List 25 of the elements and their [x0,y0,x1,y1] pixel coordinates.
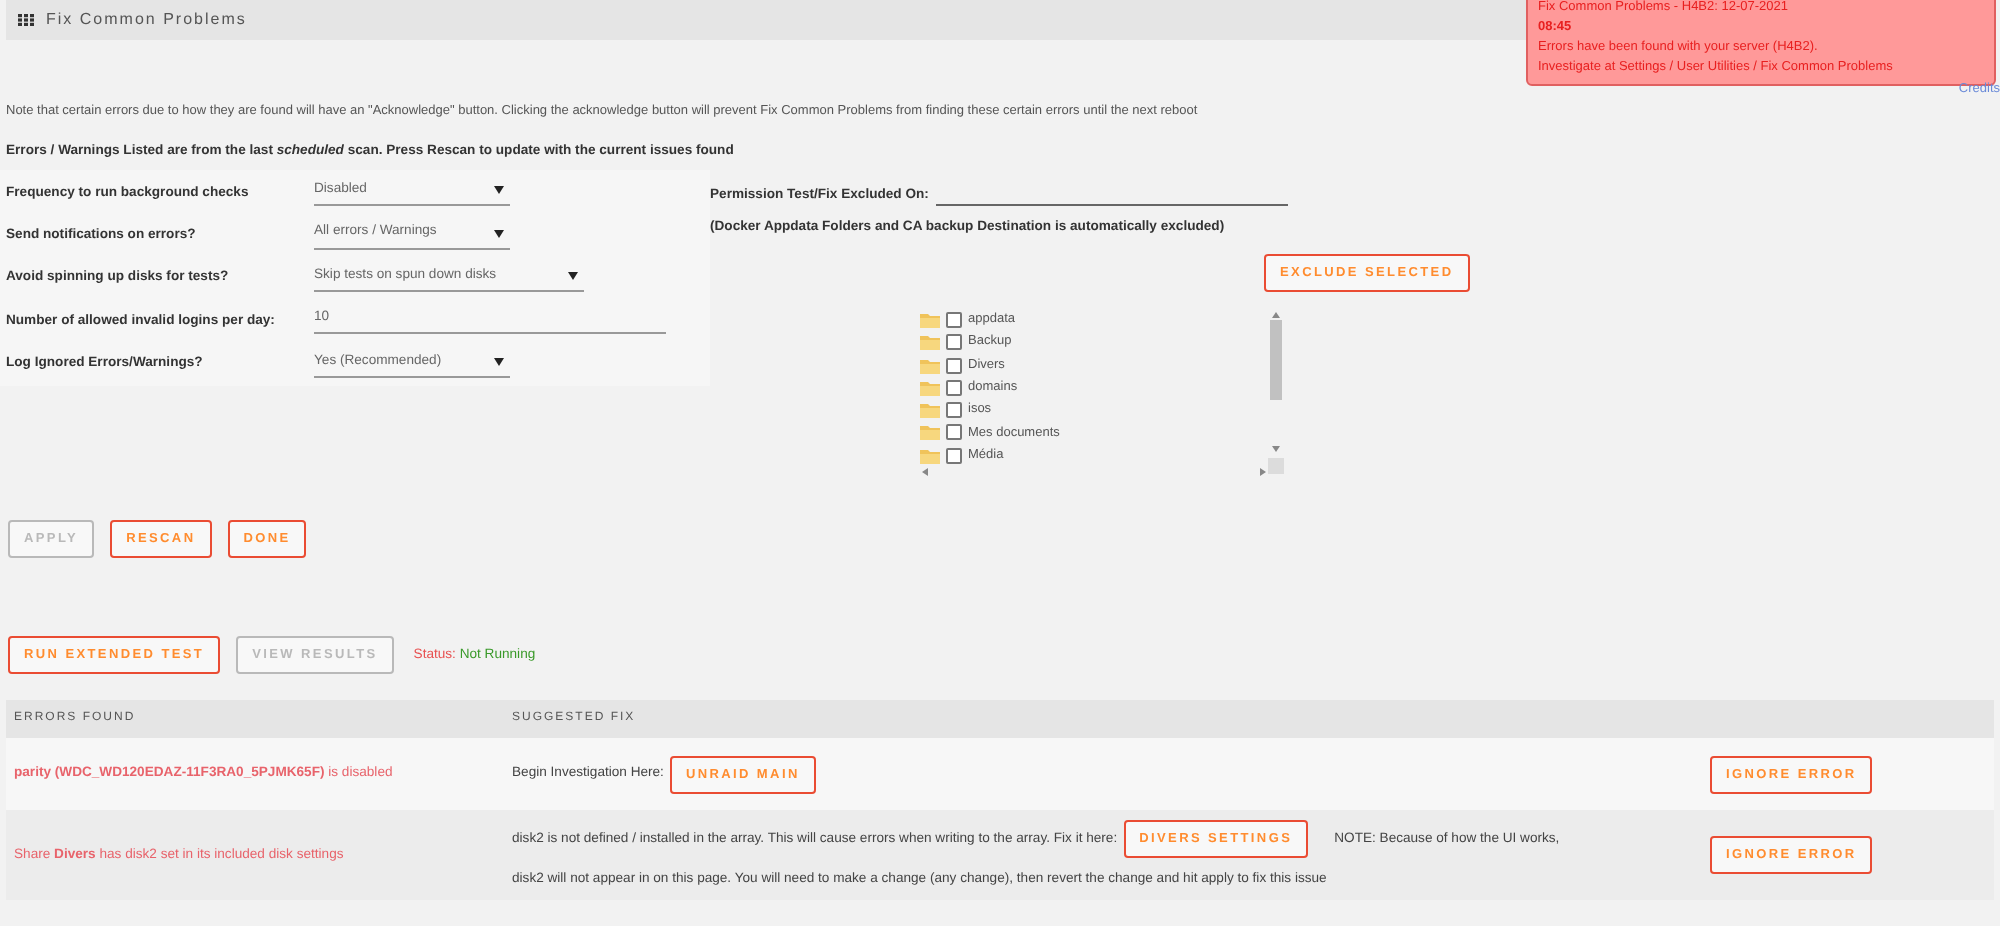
caret-icon [568,271,578,280]
scrollbar-thumb[interactable] [1270,320,1282,401]
scroll-left-icon[interactable] [922,468,928,477]
scroll-down-icon[interactable] [1272,446,1280,453]
page-title: Fix Common Problems [46,8,247,32]
grid-icon [18,14,34,26]
caret-icon [494,357,504,366]
folder-icon [920,379,940,396]
scroll-right-icon[interactable] [1260,468,1266,477]
checkbox[interactable] [946,402,962,419]
folder-icon [920,311,940,328]
caret-icon [494,186,504,195]
folder-icon [920,424,940,441]
checkbox[interactable] [946,424,962,441]
checkbox[interactable] [946,357,962,374]
caret-icon [494,229,504,238]
checkbox[interactable] [946,334,962,351]
checkbox[interactable] [946,379,962,396]
folder-icon [920,357,940,374]
checkbox[interactable] [946,311,962,328]
folder-icon [920,447,940,464]
scrollbar-corner [1268,458,1284,475]
folder-icon [920,402,940,419]
folder-icon [920,334,940,351]
checkbox[interactable] [946,447,962,464]
